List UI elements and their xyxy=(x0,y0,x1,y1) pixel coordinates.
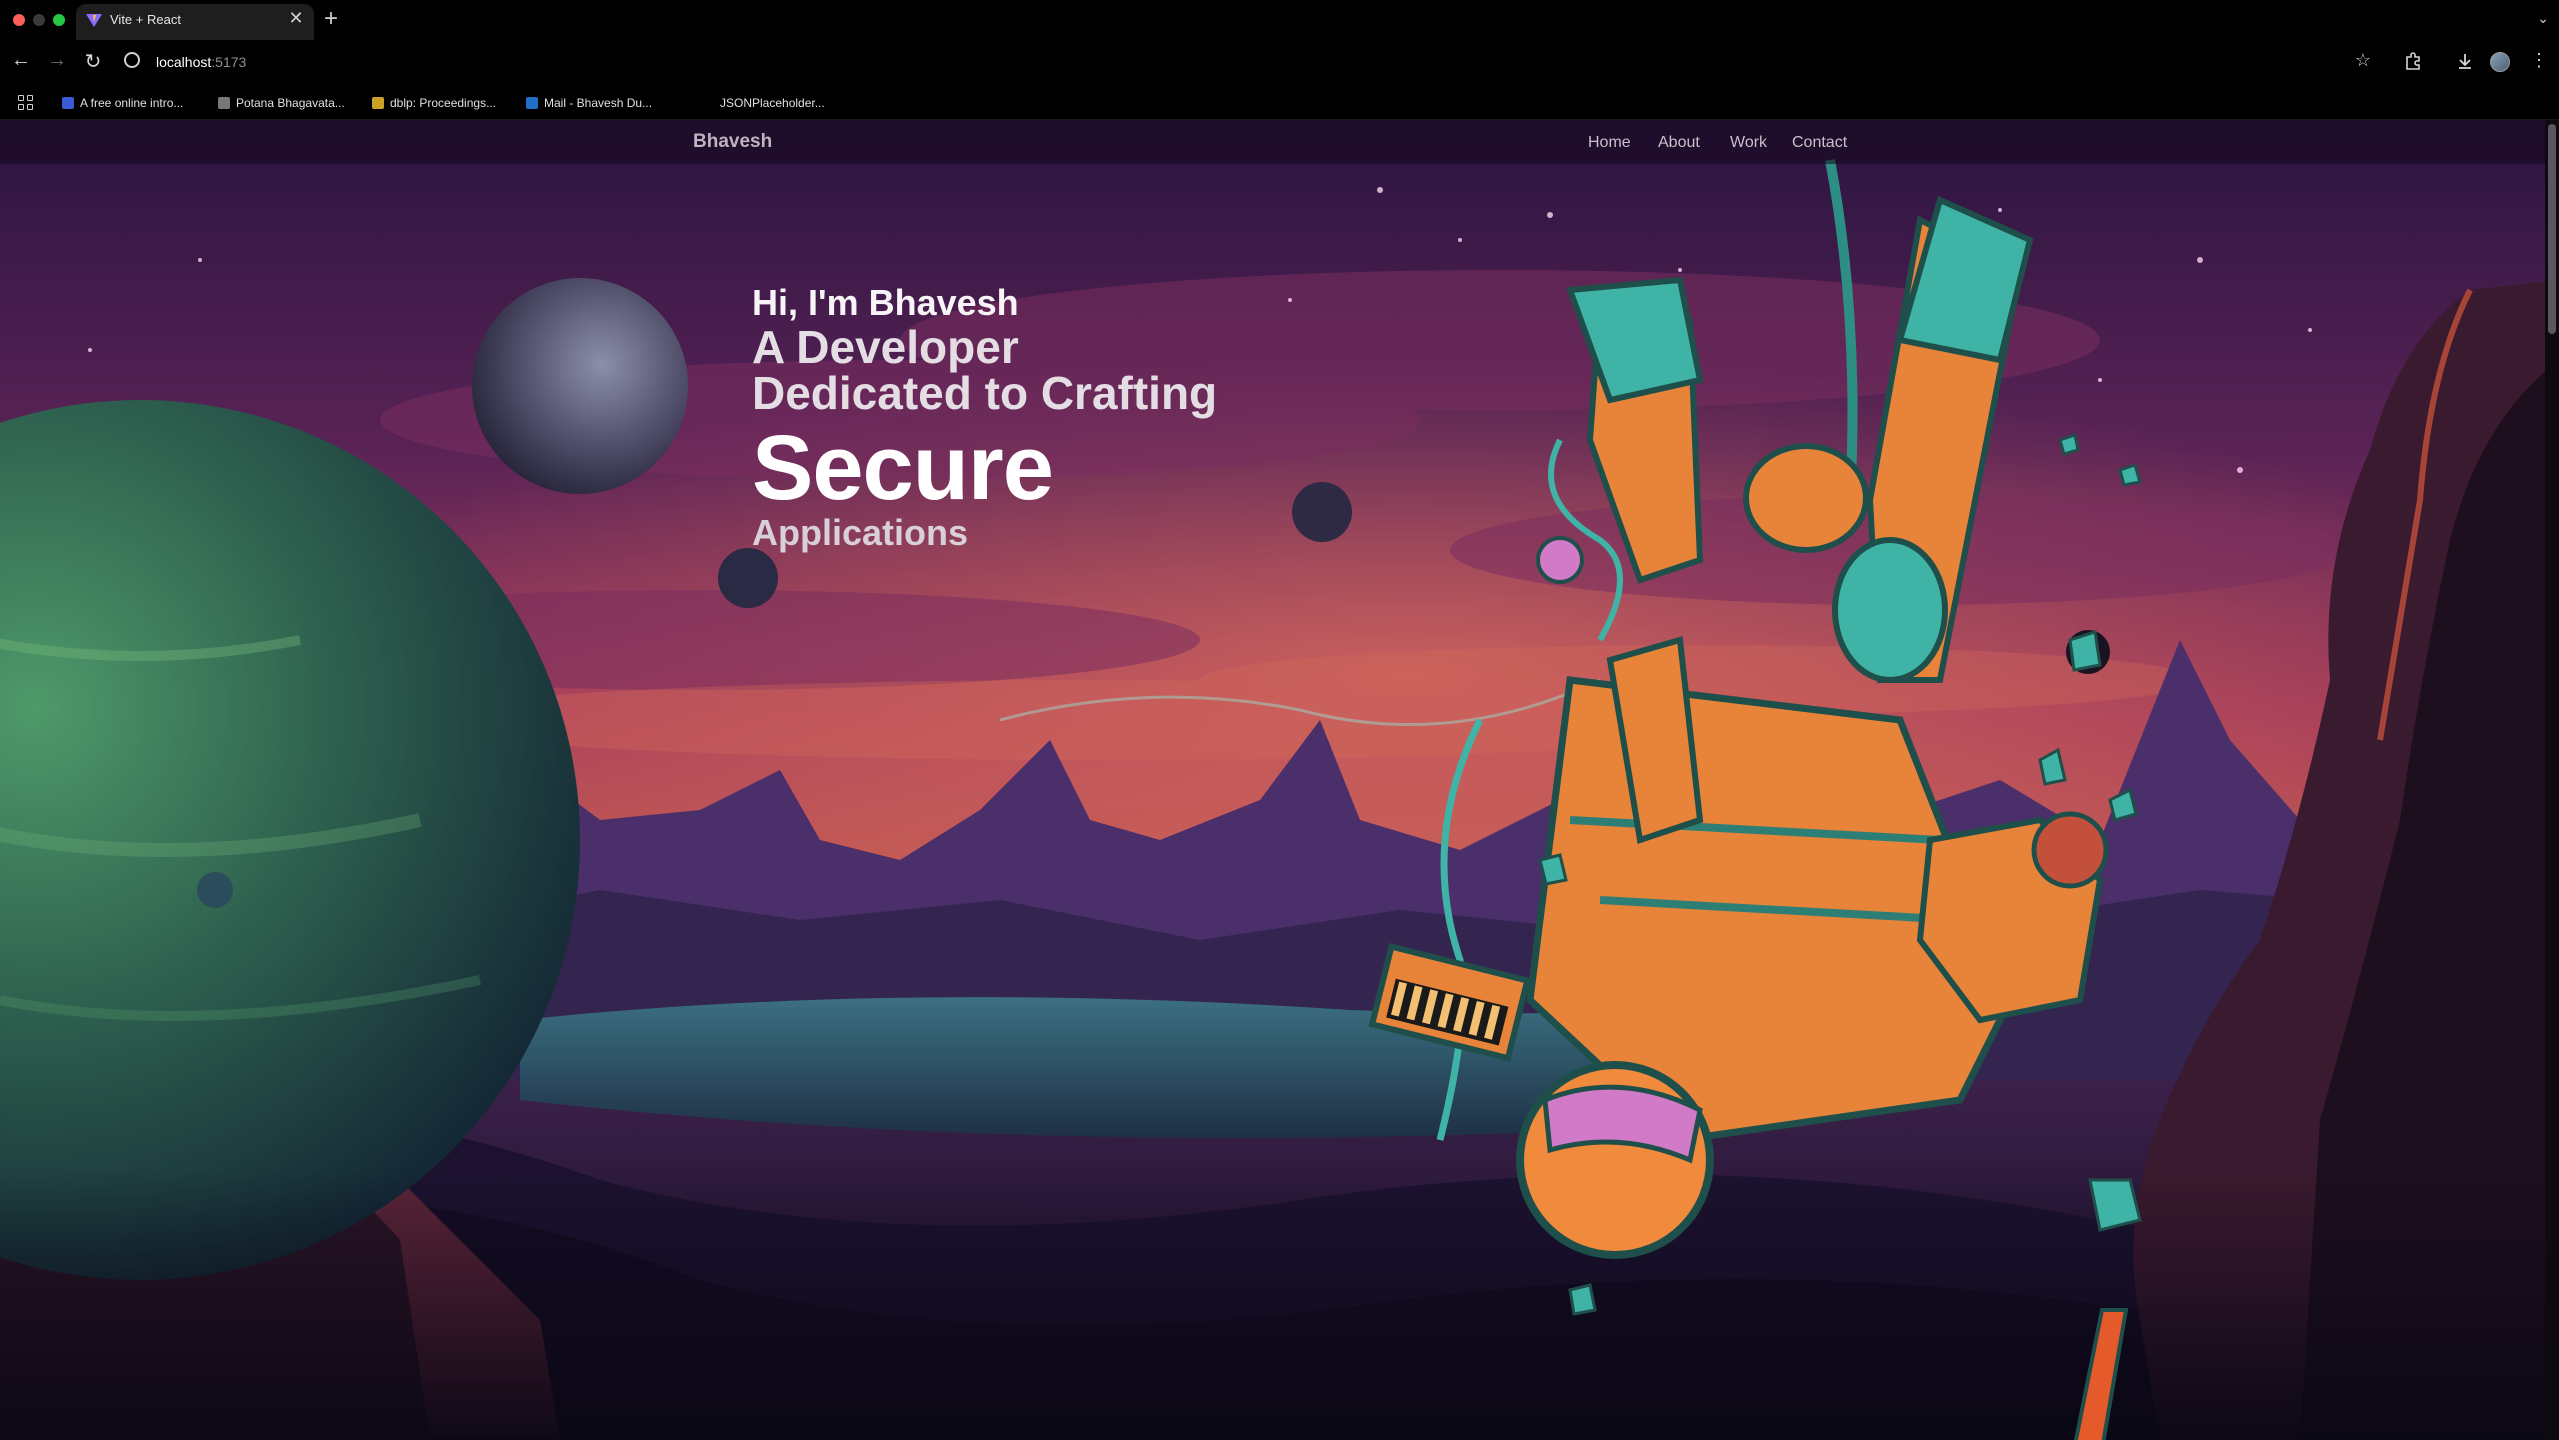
menu-icon[interactable]: ⋮ xyxy=(2526,50,2552,71)
page-scrollbar[interactable] xyxy=(2545,120,2559,1440)
nav-home-link[interactable]: Home xyxy=(1588,134,1631,152)
profile-avatar[interactable] xyxy=(2490,52,2510,72)
page-viewport: Bhavesh Home About Work Contact Hi, I'm … xyxy=(0,120,2559,1440)
star-icon[interactable]: ☆ xyxy=(2350,50,2376,71)
hero-highlight-word: Secure xyxy=(752,417,1054,519)
forward-arrow-icon[interactable]: → xyxy=(44,49,70,72)
bookmark-label: dblp: Proceedings... xyxy=(390,96,497,110)
site-navbar xyxy=(0,120,2545,164)
minimize-window-button[interactable] xyxy=(33,14,45,26)
hero-line-applications: Applications xyxy=(752,512,969,553)
bookmark-item[interactable]: A free online intro... xyxy=(62,96,183,110)
close-tab-icon[interactable]: ✕ xyxy=(286,8,306,29)
bookmark-favicon-icon xyxy=(218,97,230,109)
tab-title: Vite + React xyxy=(110,12,181,27)
browser-toolbar xyxy=(0,40,2559,86)
space-hero-background xyxy=(0,120,2559,1440)
bookmark-item[interactable]: JSONPlaceholder... xyxy=(702,96,825,110)
download-icon[interactable] xyxy=(2456,52,2474,70)
back-arrow-icon[interactable]: ← xyxy=(8,49,34,72)
nav-contact-link[interactable]: Contact xyxy=(1792,134,1847,152)
close-window-button[interactable] xyxy=(13,14,25,26)
reload-icon[interactable]: ↻ xyxy=(80,49,106,74)
nav-work-link[interactable]: Work xyxy=(1730,134,1767,152)
bookmark-favicon-icon xyxy=(372,97,384,109)
new-tab-button[interactable]: + xyxy=(320,5,342,33)
bookmark-label: JSONPlaceholder... xyxy=(720,96,825,110)
url-port: :5173 xyxy=(211,54,247,70)
apps-grid-icon[interactable] xyxy=(18,95,34,111)
bookmark-label: Mail - Bhavesh Du... xyxy=(544,96,653,110)
site-brand-logo[interactable]: Bhavesh xyxy=(693,131,772,153)
bookmark-item[interactable]: Mail - Bhavesh Du... xyxy=(526,96,652,110)
bookmark-item[interactable]: Potana Bhagavata... xyxy=(218,96,345,110)
site-info-icon[interactable] xyxy=(124,52,140,68)
nav-about-link[interactable]: About xyxy=(1658,134,1700,152)
vite-favicon-icon xyxy=(86,14,102,27)
bookmark-item[interactable]: dblp: Proceedings... xyxy=(372,96,496,110)
scrollbar-thumb[interactable] xyxy=(2548,124,2556,334)
extensions-icon[interactable] xyxy=(2404,52,2422,70)
bookmark-favicon-icon xyxy=(526,97,538,109)
tab-search-chevron-icon[interactable]: ⌄ xyxy=(2537,10,2549,27)
bookmark-label: Potana Bhagavata... xyxy=(236,96,345,110)
hero-greeting: Hi, I'm Bhavesh xyxy=(752,282,1019,323)
url-host: localhost xyxy=(156,54,212,70)
bookmark-favicon-icon xyxy=(62,97,74,109)
tab-strip: Vite + React ✕ + ⌄ xyxy=(0,0,2559,40)
maximize-window-button[interactable] xyxy=(53,14,65,26)
hero-line-dedicated: Dedicated to Crafting xyxy=(752,367,1218,419)
bookmark-favicon-icon xyxy=(702,97,714,109)
address-bar[interactable]: localhost:5173 xyxy=(156,54,246,70)
bookmark-label: A free online intro... xyxy=(80,96,184,110)
